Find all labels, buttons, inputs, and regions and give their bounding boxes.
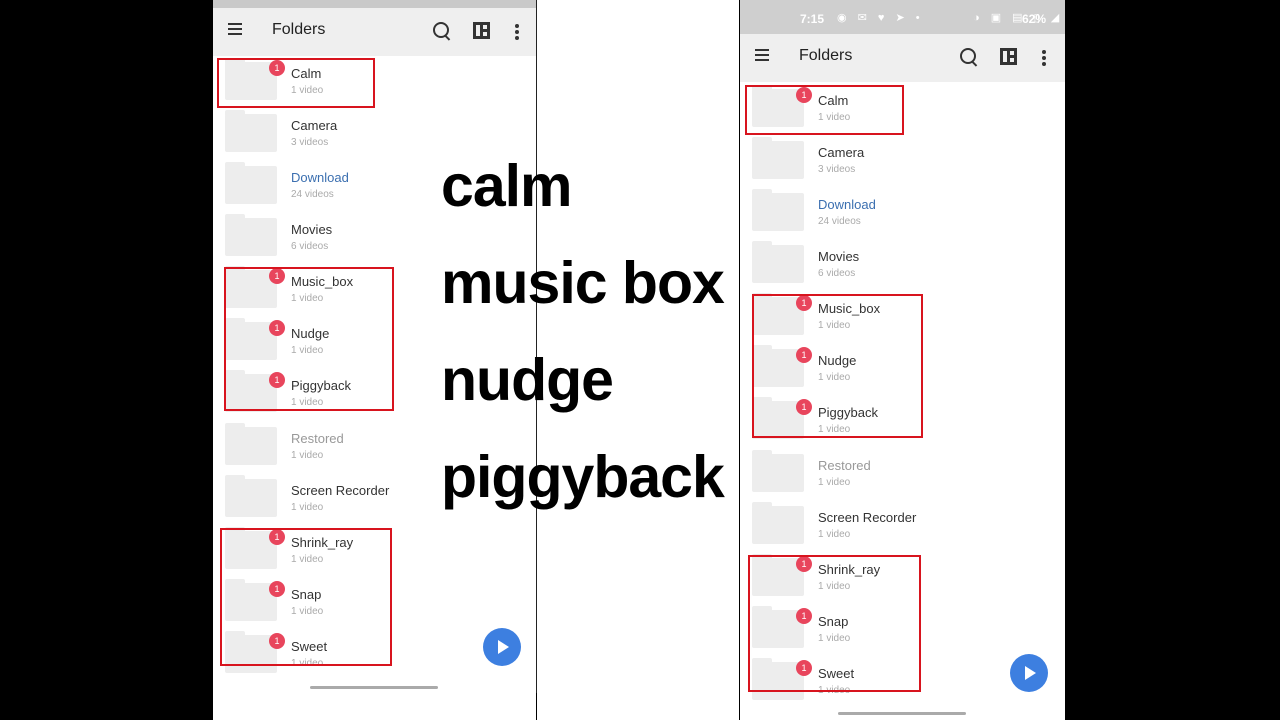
folder-row-screen-recorder[interactable]: Screen Recorder 1 video xyxy=(740,502,1065,554)
menu-icon[interactable] xyxy=(755,49,769,61)
highlight-box-group-1 xyxy=(224,267,394,411)
folder-count: 3 videos xyxy=(291,137,329,148)
home-indicator xyxy=(310,686,438,689)
folder-name: Screen Recorder xyxy=(818,510,917,525)
highlight-box-calm xyxy=(745,85,904,135)
status-time: 7:15 xyxy=(800,12,825,26)
folder-row-camera[interactable]: Camera 3 videos xyxy=(740,137,1065,189)
highlight-box-calm xyxy=(217,58,375,108)
folder-name: Camera xyxy=(818,145,865,160)
folder-row-movies[interactable]: Movies 6 videos xyxy=(740,241,1065,293)
status-bar: 7:15 ◉ ✉ ♥ ➤ • ◑ ▣ ▤ ▯ ◢ 62% xyxy=(740,0,1065,36)
annotation-word-music-box: music box xyxy=(441,250,725,316)
right-phone-screen: 7:15 ◉ ✉ ♥ ➤ • ◑ ▣ ▤ ▯ ◢ 62% Folders 1 Ca… xyxy=(740,0,1065,720)
play-button[interactable] xyxy=(483,628,521,666)
folder-icon xyxy=(225,475,277,517)
folder-count: 1 video xyxy=(291,450,324,461)
folder-name: Screen Recorder xyxy=(291,483,390,498)
annotation-word-piggyback: piggyback xyxy=(441,444,725,510)
annotation-word-nudge: nudge xyxy=(441,347,614,413)
folder-icon xyxy=(225,423,277,465)
folder-count: 1 video xyxy=(818,529,851,540)
folder-name: Restored xyxy=(818,458,871,473)
folder-name: Camera xyxy=(291,118,338,133)
folder-icon xyxy=(752,241,804,283)
page-title: Folders xyxy=(799,47,853,64)
folder-count: 6 videos xyxy=(291,241,329,252)
folder-count: 1 video xyxy=(818,477,851,488)
highlight-box-group-1 xyxy=(752,294,923,438)
folder-icon xyxy=(752,189,804,231)
play-button[interactable] xyxy=(1010,654,1048,692)
more-vert-icon[interactable] xyxy=(1042,50,1046,66)
layout-icon[interactable] xyxy=(473,22,490,39)
highlight-box-group-2 xyxy=(220,528,392,666)
folder-name: Movies xyxy=(818,249,860,264)
folder-icon xyxy=(752,137,804,179)
folder-count: 6 videos xyxy=(818,268,856,279)
folder-icon xyxy=(225,110,277,152)
page-title: Folders xyxy=(272,21,326,38)
folder-count: 1 video xyxy=(291,502,324,513)
status-strip xyxy=(213,0,536,8)
search-icon[interactable] xyxy=(960,48,976,64)
folder-count: 24 videos xyxy=(818,216,861,227)
folder-row-restored[interactable]: Restored 1 video xyxy=(740,450,1065,502)
folder-icon xyxy=(752,450,804,492)
highlight-box-group-2 xyxy=(748,555,921,692)
layout-icon[interactable] xyxy=(1000,48,1017,65)
folder-name: Download xyxy=(818,197,876,212)
annotation-word-calm: calm xyxy=(441,153,572,219)
folder-name: Download xyxy=(291,170,349,185)
folder-row-download[interactable]: Download 24 videos xyxy=(740,189,1065,241)
app-bar: Folders xyxy=(740,34,1065,82)
battery-level: 62% xyxy=(1022,12,1047,26)
menu-icon[interactable] xyxy=(228,23,242,35)
folder-icon xyxy=(752,502,804,544)
folder-name: Movies xyxy=(291,222,333,237)
home-indicator xyxy=(838,712,966,715)
more-vert-icon[interactable] xyxy=(515,24,519,40)
folder-count: 24 videos xyxy=(291,189,334,200)
folder-icon xyxy=(225,214,277,256)
folder-name: Restored xyxy=(291,431,344,446)
folder-count: 3 videos xyxy=(818,164,856,175)
app-bar: Folders xyxy=(213,8,536,56)
folder-icon xyxy=(225,162,277,204)
search-icon[interactable] xyxy=(433,22,449,38)
